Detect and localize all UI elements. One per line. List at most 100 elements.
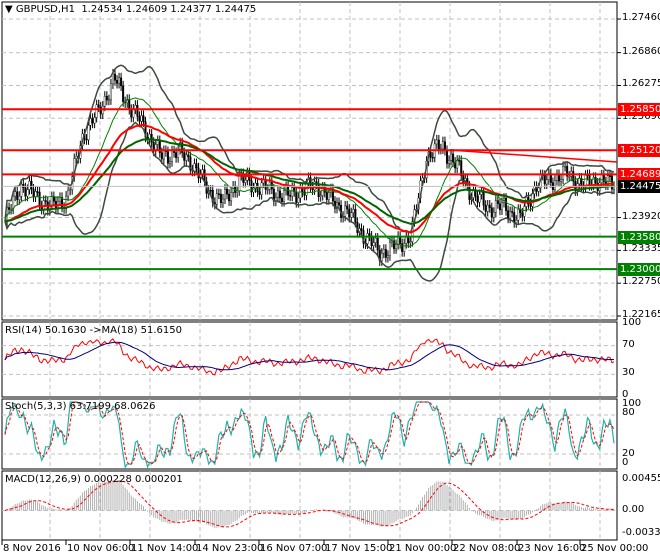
candle-body — [450, 153, 453, 161]
rsi-axis-label: 70 — [622, 338, 635, 350]
candle-body — [480, 191, 483, 195]
candle-body — [130, 109, 133, 118]
candle-body — [87, 125, 90, 140]
candle-body — [14, 191, 17, 197]
candle-body — [238, 175, 241, 192]
candle-body — [221, 198, 224, 204]
candle-body — [168, 161, 171, 164]
candle-body — [150, 133, 153, 143]
candle-body — [572, 171, 575, 182]
macd-axis-label: 0.004551 — [622, 473, 660, 484]
candle-body — [521, 212, 524, 217]
candle-body — [95, 104, 98, 118]
candle-body — [223, 188, 226, 200]
candle-body — [608, 175, 611, 177]
level-price-tag: 1.23000 — [618, 263, 660, 277]
candle-body — [545, 179, 548, 185]
candle-body — [256, 182, 259, 193]
stoch-axis-label: 0 — [622, 457, 629, 468]
candle-body — [346, 205, 349, 210]
candle-body — [38, 191, 41, 206]
candle-body — [594, 177, 597, 184]
candle-body — [445, 150, 448, 164]
candle-body — [8, 207, 11, 210]
candle-body — [99, 106, 102, 115]
candle-body — [278, 190, 281, 199]
candle-body — [507, 210, 510, 219]
time-axis-label: 23 Nov 16:00 — [518, 543, 586, 554]
candle-body — [472, 190, 475, 198]
trading-chart[interactable]: ▼ GBPUSD,H1 1.24534 1.24609 1.24377 1.24… — [0, 0, 660, 560]
time-axis-label: 25 Nov 00:00 — [581, 543, 649, 554]
candle-body — [32, 188, 35, 198]
candle-body — [509, 211, 512, 219]
candle-body — [140, 115, 143, 122]
candle-body — [515, 219, 518, 223]
dropdown-triangle-icon[interactable]: ▼ — [5, 4, 16, 15]
candle-body — [283, 190, 286, 202]
candle-body — [338, 202, 341, 206]
macd-axis-label: 0.00 — [622, 503, 645, 515]
candle-body — [281, 197, 284, 202]
candle-body — [160, 152, 163, 160]
candle-body — [350, 212, 353, 218]
panel-frame-0 — [1, 1, 618, 321]
candle-body — [496, 200, 499, 204]
candle-body — [319, 195, 322, 197]
candle-body — [118, 77, 121, 84]
candle-body — [476, 195, 479, 203]
macd-axis-label: -0.003384 — [622, 527, 660, 538]
candle-body — [244, 179, 247, 183]
candle-body — [344, 205, 347, 217]
candle-body — [376, 237, 379, 251]
ohlc-values: 1.24534 1.24609 1.24377 1.24475 — [81, 4, 257, 15]
candle-body — [120, 77, 123, 87]
candle-body — [384, 249, 387, 258]
candle-body — [217, 193, 220, 195]
candle-body — [42, 200, 45, 210]
current-price-tag: 1.24475 — [618, 180, 660, 194]
candle-body — [305, 183, 308, 196]
candle-body — [97, 104, 100, 108]
candle-body — [30, 180, 33, 190]
time-axis-label: 14 Nov 23:00 — [196, 543, 264, 554]
candle-body — [380, 253, 383, 262]
price-axis-label: 1.23920 — [622, 210, 660, 222]
candle-body — [403, 243, 406, 252]
candle-body — [105, 96, 108, 101]
candle-body — [193, 163, 196, 172]
time-axis-label: 10 Nov 06:00 — [67, 543, 135, 554]
candle-body — [195, 163, 198, 169]
level-price-tag: 1.25850 — [618, 103, 660, 117]
candle-body — [26, 189, 29, 197]
candle-body — [187, 154, 190, 157]
candle-body — [564, 166, 567, 168]
candle-body — [553, 180, 556, 190]
candle-body — [435, 139, 438, 145]
candle-body — [75, 156, 78, 159]
candle-body — [352, 209, 355, 213]
candle-body — [28, 180, 31, 190]
candle-body — [264, 179, 267, 190]
rsi-axis-label: 100 — [622, 317, 642, 328]
candle-body — [498, 203, 501, 211]
candle-body — [494, 200, 497, 213]
candle-body — [116, 80, 119, 84]
candle-body — [103, 96, 106, 107]
macd-title: MACD(12,26,9) 0.000228 0.000201 — [5, 474, 183, 485]
stoch-title: Stoch(5,3,3) 63.7199 68.0626 — [5, 401, 156, 412]
candle-body — [500, 202, 503, 211]
candle-body — [156, 140, 159, 145]
trend-line — [449, 149, 618, 163]
candle-body — [85, 138, 88, 141]
candle-body — [258, 191, 261, 195]
candle-body — [354, 209, 357, 223]
candle-body — [511, 211, 514, 213]
candle-body — [460, 160, 463, 176]
candle-body — [89, 118, 92, 126]
candle-body — [52, 196, 55, 202]
chart-header: ▼ GBPUSD,H1 1.24534 1.24609 1.24377 1.24… — [5, 4, 256, 15]
candle-body — [429, 152, 432, 158]
candle-body — [142, 115, 145, 123]
candle-body — [289, 195, 292, 197]
